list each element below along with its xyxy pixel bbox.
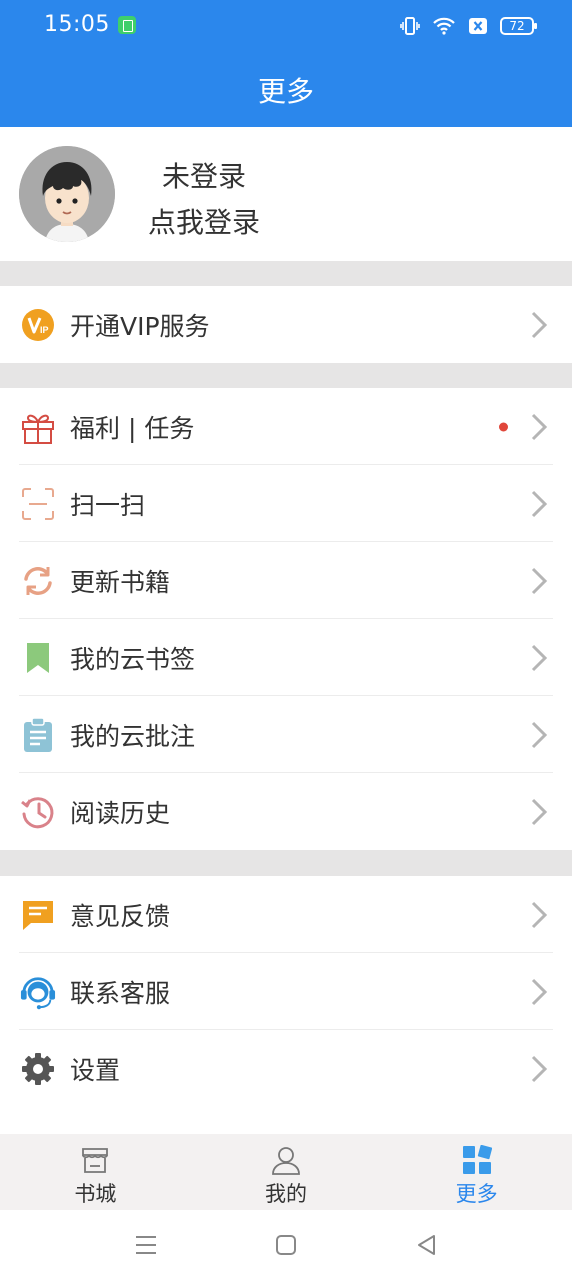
vip-label: 开通VIP服务 [70,311,210,341]
bottom-nav: 书城 我的 更多 [0,1134,572,1210]
chevron-right-icon [531,1055,548,1082]
chevron-right-icon [531,567,548,594]
gear-icon [20,1051,56,1087]
chevron-right-icon [531,901,548,928]
menu-item-reading-history[interactable]: 阅读历史 [0,773,572,850]
headset-icon [20,974,56,1010]
menu-item-update-books[interactable]: 更新书籍 [0,542,572,619]
menu-icon[interactable] [131,1230,161,1260]
nav-item-mine[interactable]: 我的 [191,1134,382,1210]
gift-icon [20,409,56,445]
status-icons: 72 [400,15,537,37]
grid-icon [462,1145,492,1174]
chevron-right-icon [531,798,548,825]
avatar[interactable] [19,146,115,242]
menu-item-label: 意见反馈 [70,901,171,931]
chevron-right-icon [531,644,548,671]
chevron-right-icon [531,413,548,440]
home-icon[interactable] [271,1230,301,1260]
vibrate-icon [400,17,420,35]
status-bar: 15:05 72 [0,0,572,52]
menu-item-customer-service[interactable]: 联系客服 [0,953,572,1030]
battery-saver-icon [118,16,136,34]
nav-item-more[interactable]: 更多 [381,1134,572,1210]
chevron-right-icon [531,311,548,338]
menu-item-scan[interactable]: 扫一扫 [0,465,572,542]
chevron-right-icon [531,490,548,517]
page-title: 更多 [257,75,314,108]
nav-label: 我的 [265,1182,307,1206]
person-icon [272,1147,300,1175]
nav-item-bookstore[interactable]: 书城 [0,1134,191,1210]
nav-label: 更多 [455,1182,498,1206]
refresh-icon [20,563,56,599]
notification-badge [499,422,508,431]
menu-item-label: 我的云书签 [70,644,196,674]
login-status: 未登录 [162,160,247,193]
system-nav-bar [0,1210,572,1280]
vip-icon: IP [20,307,56,343]
menu-item-label: 设置 [70,1055,121,1085]
history-icon [20,794,56,830]
chevron-right-icon [531,978,548,1005]
menu-item-welfare-tasks[interactable]: 福利 | 任务 [0,388,572,465]
vip-row[interactable]: IP 开通VIP服务 [0,286,572,363]
battery-icon: 72 [500,17,537,35]
nav-label: 书城 [74,1182,117,1206]
menu-item-settings[interactable]: 设置 [0,1030,572,1107]
wifi-icon [433,17,455,35]
section-divider [0,850,572,876]
svg-text:IP: IP [40,325,49,335]
menu-item-cloud-annotations[interactable]: 我的云批注 [0,696,572,773]
menu-item-label: 联系客服 [70,978,171,1008]
status-time: 15:05 [44,12,110,37]
profile-card[interactable]: 未登录 点我登录 [0,127,572,261]
chevron-right-icon [531,721,548,748]
feedback-icon [20,897,56,933]
section-divider [0,363,572,388]
back-icon[interactable] [412,1230,442,1260]
battery-level: 72 [509,19,525,33]
login-link[interactable]: 点我登录 [148,201,260,241]
menu-item-label: 更新书籍 [70,567,171,597]
app-header: 15:05 72 更多 [0,0,572,127]
menu-item-label: 阅读历史 [70,798,171,828]
menu-item-label: 福利 | 任务 [70,413,195,443]
store-icon [82,1148,109,1173]
avatar-cartoon-icon [19,146,115,242]
section-divider [0,261,572,286]
clipboard-icon [20,716,56,753]
no-sim-icon [469,18,487,34]
menu-item-label: 我的云批注 [70,721,196,751]
menu-item-cloud-bookmarks[interactable]: 我的云书签 [0,619,572,696]
menu-item-label: 扫一扫 [70,490,146,520]
menu-item-feedback[interactable]: 意见反馈 [0,876,572,953]
bookmark-icon [20,640,56,676]
scan-icon [20,486,56,522]
